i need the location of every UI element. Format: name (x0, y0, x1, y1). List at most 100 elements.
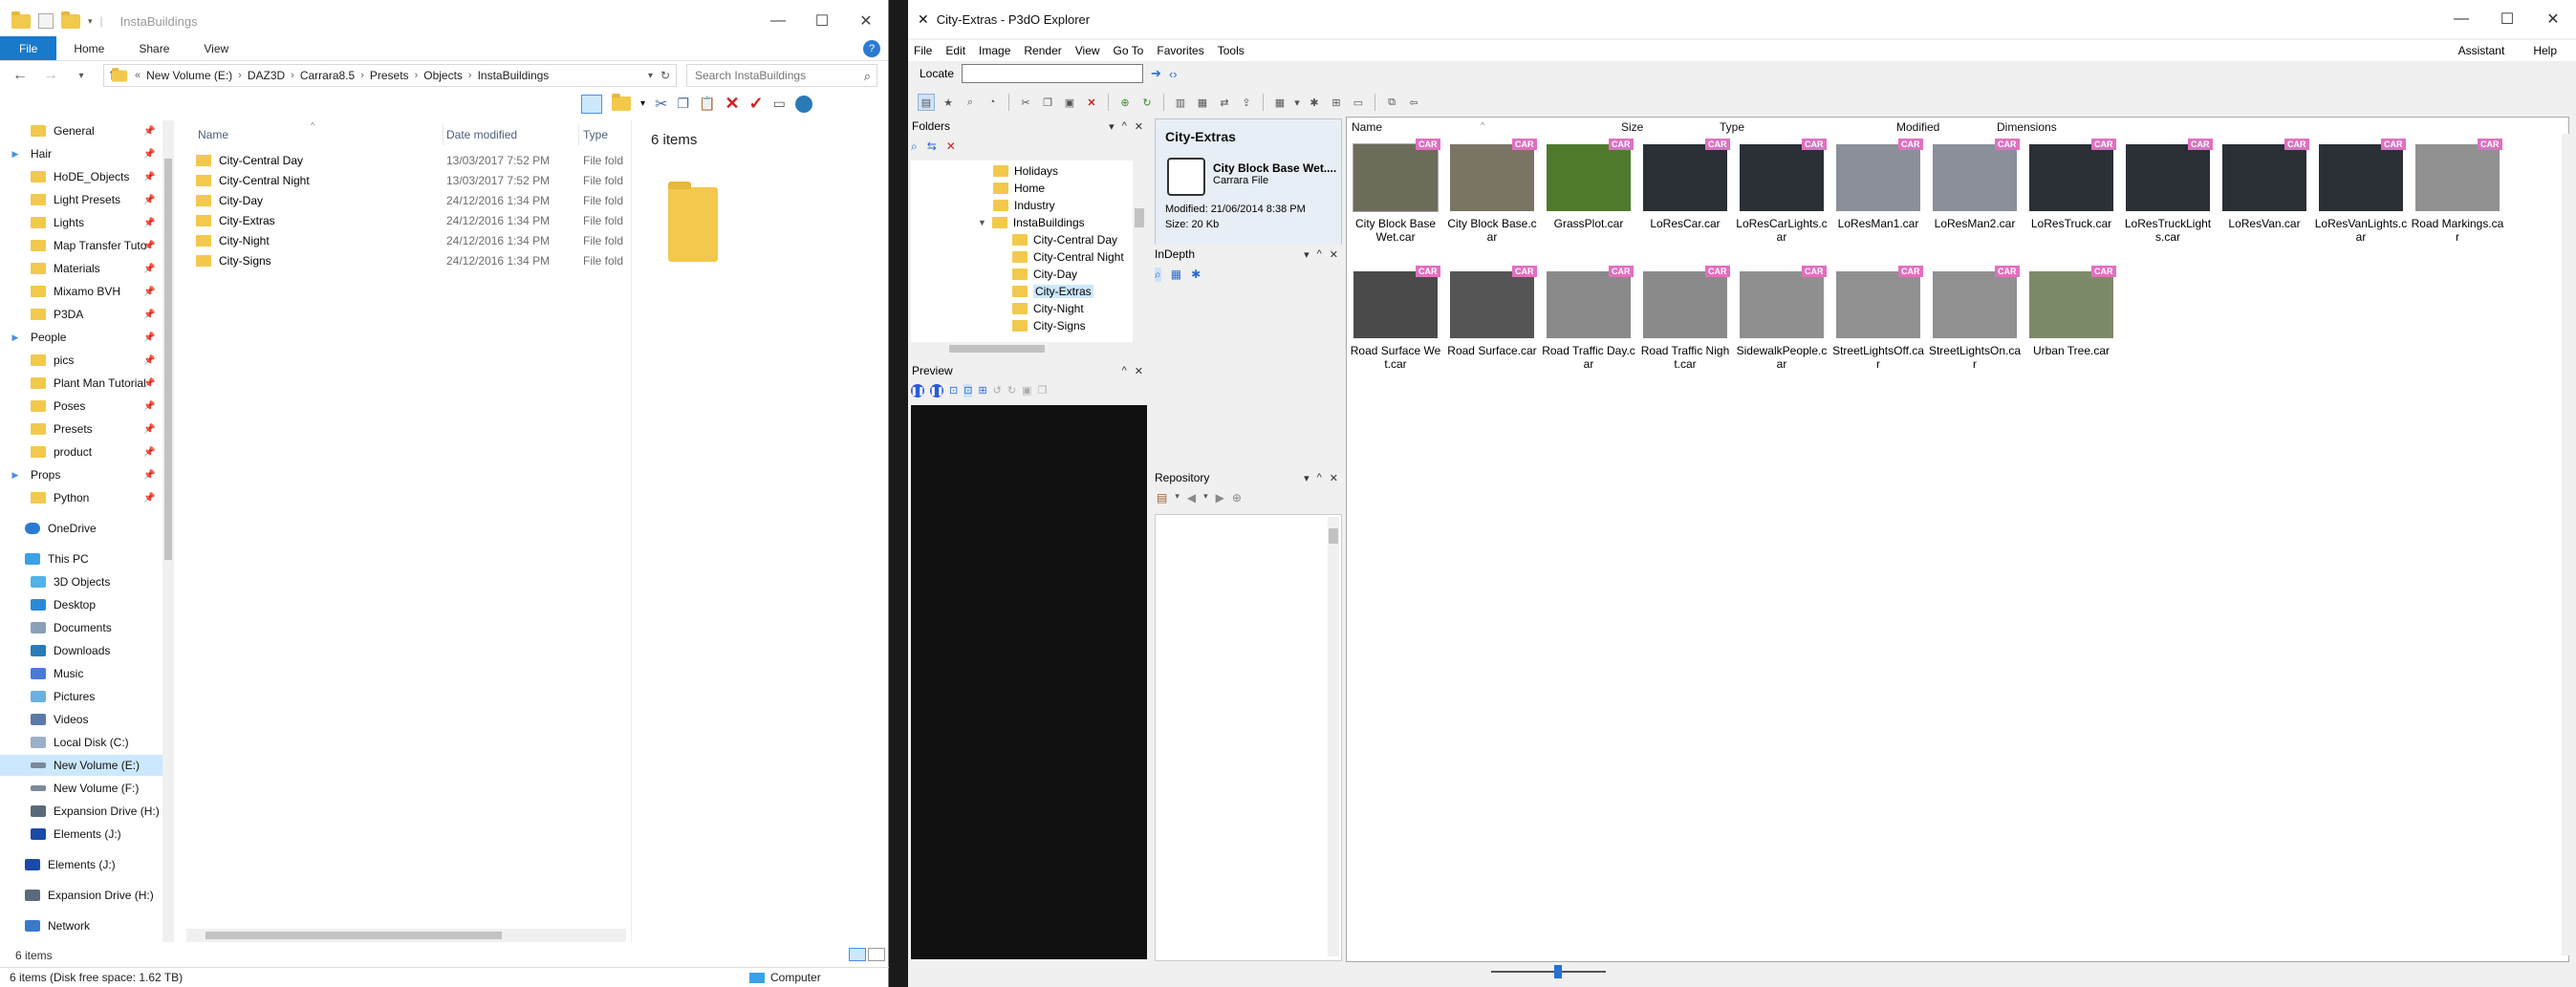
maximize-panel-icon[interactable]: ^ (1317, 472, 1322, 484)
copy-icon[interactable]: ❐ (1038, 384, 1048, 397)
menu-favorites[interactable]: Favorites (1157, 44, 1203, 57)
render-icon[interactable]: ▦ (1194, 94, 1211, 111)
nav-item[interactable]: product 📌 (0, 441, 155, 462)
properties-icon[interactable] (38, 13, 54, 29)
search-icon[interactable]: ⌕ (911, 139, 918, 154)
close-panel-icon[interactable]: ✕ (1330, 248, 1338, 261)
nav-item[interactable]: Map Transfer Tuto 📌 (0, 235, 155, 256)
tab-home[interactable]: Home (56, 36, 121, 60)
tree-node[interactable]: City-Signs (1012, 317, 1086, 334)
nav-item[interactable]: General 📌 (0, 120, 155, 141)
close-panel-icon[interactable]: ✕ (1330, 472, 1338, 484)
locate-input[interactable] (962, 64, 1144, 83)
nav-item[interactable]: Elements (J:) (0, 824, 121, 845)
file-row[interactable]: City-Central Day 13/03/2017 7:52 PM File f… (186, 151, 626, 170)
checkmark-icon[interactable]: ✓ (749, 94, 764, 114)
column-header-type[interactable]: Type (583, 128, 608, 141)
nav-item[interactable]: Light Presets 📌 (0, 189, 155, 210)
chevron-right-icon[interactable]: › (291, 70, 294, 81)
nav-item-this-pc[interactable]: This PC (0, 548, 89, 569)
close-panel-icon[interactable]: ✕ (1135, 120, 1143, 133)
thumbnail-item[interactable]: CAR Road Traffic Day.car (1542, 264, 1635, 386)
address-bar[interactable]: « New Volume (E:) › DAZ3D › Carrara8.5 ›… (103, 64, 677, 87)
chevron-down-icon[interactable]: ▾ (1293, 94, 1301, 111)
repository-icon[interactable]: ▤ (1157, 491, 1167, 504)
rename-icon[interactable]: ▭ (773, 96, 786, 112)
tab-view[interactable]: View (186, 36, 246, 60)
address-dropdown-icon[interactable]: ▾ (648, 71, 653, 81)
thumbnail-item[interactable]: CAR StreetLightsOn.car (1928, 264, 2022, 386)
forward-icon[interactable]: ▶ (1216, 491, 1224, 504)
thumbnail-item[interactable]: CAR StreetLightsOff.car (1831, 264, 1925, 386)
menu-goto[interactable]: Go To (1114, 44, 1144, 57)
file-row[interactable]: City-Extras 24/12/2016 1:34 PM File fold (186, 211, 626, 230)
nav-item[interactable]: Desktop (0, 594, 96, 615)
large-icons-view-icon[interactable] (868, 948, 885, 961)
actual-size-icon[interactable]: ⊡ (963, 384, 973, 397)
nav-item[interactable]: ▶ Props 📌 (0, 464, 156, 485)
tree-node[interactable]: Holidays (993, 162, 1058, 180)
scrollbar-thumb[interactable] (949, 345, 1045, 353)
thumbnail-size-slider-track[interactable] (1491, 971, 1606, 973)
tree-node[interactable]: Industry (993, 197, 1055, 214)
new-folder-icon[interactable] (612, 94, 631, 111)
history-icon[interactable]: ◔ (984, 94, 1001, 111)
copy-to-icon[interactable]: ⧉ (1383, 94, 1400, 111)
file-list-hscrollbar[interactable] (186, 929, 626, 942)
search-tool-icon[interactable]: ⌕ (962, 94, 979, 111)
copy-icon[interactable]: ❐ (677, 96, 689, 112)
back-button[interactable]: ← (10, 67, 31, 84)
thumbnail-item[interactable]: CAR LoResTruckLights.car (2121, 137, 2215, 259)
tree-vscrollbar[interactable] (1133, 161, 1146, 342)
nav-item[interactable]: 3D Objects (0, 571, 110, 592)
thumbnail-item[interactable]: CAR GrassPlot.car (1542, 137, 1635, 259)
scrollbar-thumb[interactable] (1135, 208, 1144, 227)
nav-item[interactable]: Pictures (0, 686, 95, 707)
nav-item[interactable]: Python 📌 (0, 487, 155, 508)
breadcrumb-item[interactable]: New Volume (E:) (146, 69, 232, 82)
chevron-down-icon[interactable]: ▾ (1175, 491, 1180, 504)
move-back-icon[interactable]: ⇦ (1405, 94, 1422, 111)
refresh-icon[interactable]: ↻ (1138, 94, 1156, 111)
thumbnail-item[interactable]: CAR LoResVanLights.car (2314, 137, 2408, 259)
thumbnail-item[interactable]: CAR Road Surface Wet.car (1349, 264, 1442, 386)
thumbnail-item[interactable]: CAR Road Surface.car (1445, 264, 1539, 386)
settings-icon[interactable]: ✱ (1191, 268, 1201, 282)
recent-locations-icon[interactable]: ▾ (71, 71, 92, 81)
cut-icon[interactable]: ✂ (1017, 94, 1034, 111)
back-icon[interactable]: ◀ (1187, 491, 1196, 504)
menu-render[interactable]: Render (1024, 44, 1061, 57)
scrollbar-thumb[interactable] (164, 159, 172, 560)
delete-icon[interactable]: ✕ (725, 94, 739, 114)
view-mode-icon[interactable]: ▦ (1271, 94, 1288, 111)
nav-item-onedrive[interactable]: OneDrive (0, 518, 97, 539)
thumbnail-item[interactable]: CAR LoResMan2.car (1928, 137, 2022, 259)
layout-icon[interactable]: ▭ (1350, 94, 1367, 111)
thumbnail-item[interactable]: CAR Road Markings.car (2411, 137, 2504, 259)
search-icon[interactable]: ⌕ (1155, 268, 1161, 282)
scrollbar-thumb[interactable] (1329, 528, 1338, 544)
file-row[interactable]: City-Day 24/12/2016 1:34 PM File fold (186, 191, 626, 210)
tool-icon[interactable]: ▥ (1172, 94, 1189, 111)
menu-tools[interactable]: Tools (1218, 44, 1245, 57)
file-row[interactable]: City-Central Night 13/03/2017 7:52 PM File… (186, 171, 626, 190)
menu-image[interactable]: Image (979, 44, 1010, 57)
thumbnail-item[interactable]: CAR LoResCarLights.car (1735, 137, 1829, 259)
nav-item[interactable]: Materials 📌 (0, 258, 155, 279)
rotate-right-icon[interactable]: ↻ (1007, 384, 1016, 397)
paste-icon[interactable]: ▣ (1061, 94, 1078, 111)
maximize-panel-icon[interactable]: ^ (1122, 120, 1127, 133)
zoom-icon[interactable]: ⊞ (978, 384, 986, 397)
thumbnail-item[interactable]: CAR SidewalkPeople.car (1735, 264, 1829, 386)
scrollbar-thumb[interactable] (206, 932, 502, 939)
tree-node[interactable]: City-Central Night (1012, 248, 1124, 266)
thumbnail-item[interactable]: CAR Road Traffic Night.car (1638, 264, 1732, 386)
chevron-down-icon[interactable]: ▾ (1109, 120, 1115, 133)
breadcrumb-overflow[interactable]: « (135, 70, 141, 81)
customize-quick-access-icon[interactable]: ▾ (88, 16, 93, 27)
thumbnail-item[interactable]: CAR LoResVan.car (2218, 137, 2311, 259)
nav-item[interactable]: HoDE_Objects 📌 (0, 166, 155, 187)
breadcrumb-item[interactable]: Objects (423, 69, 463, 82)
grid-vscrollbar[interactable] (2562, 134, 2573, 955)
chevron-right-icon[interactable]: › (238, 70, 242, 81)
